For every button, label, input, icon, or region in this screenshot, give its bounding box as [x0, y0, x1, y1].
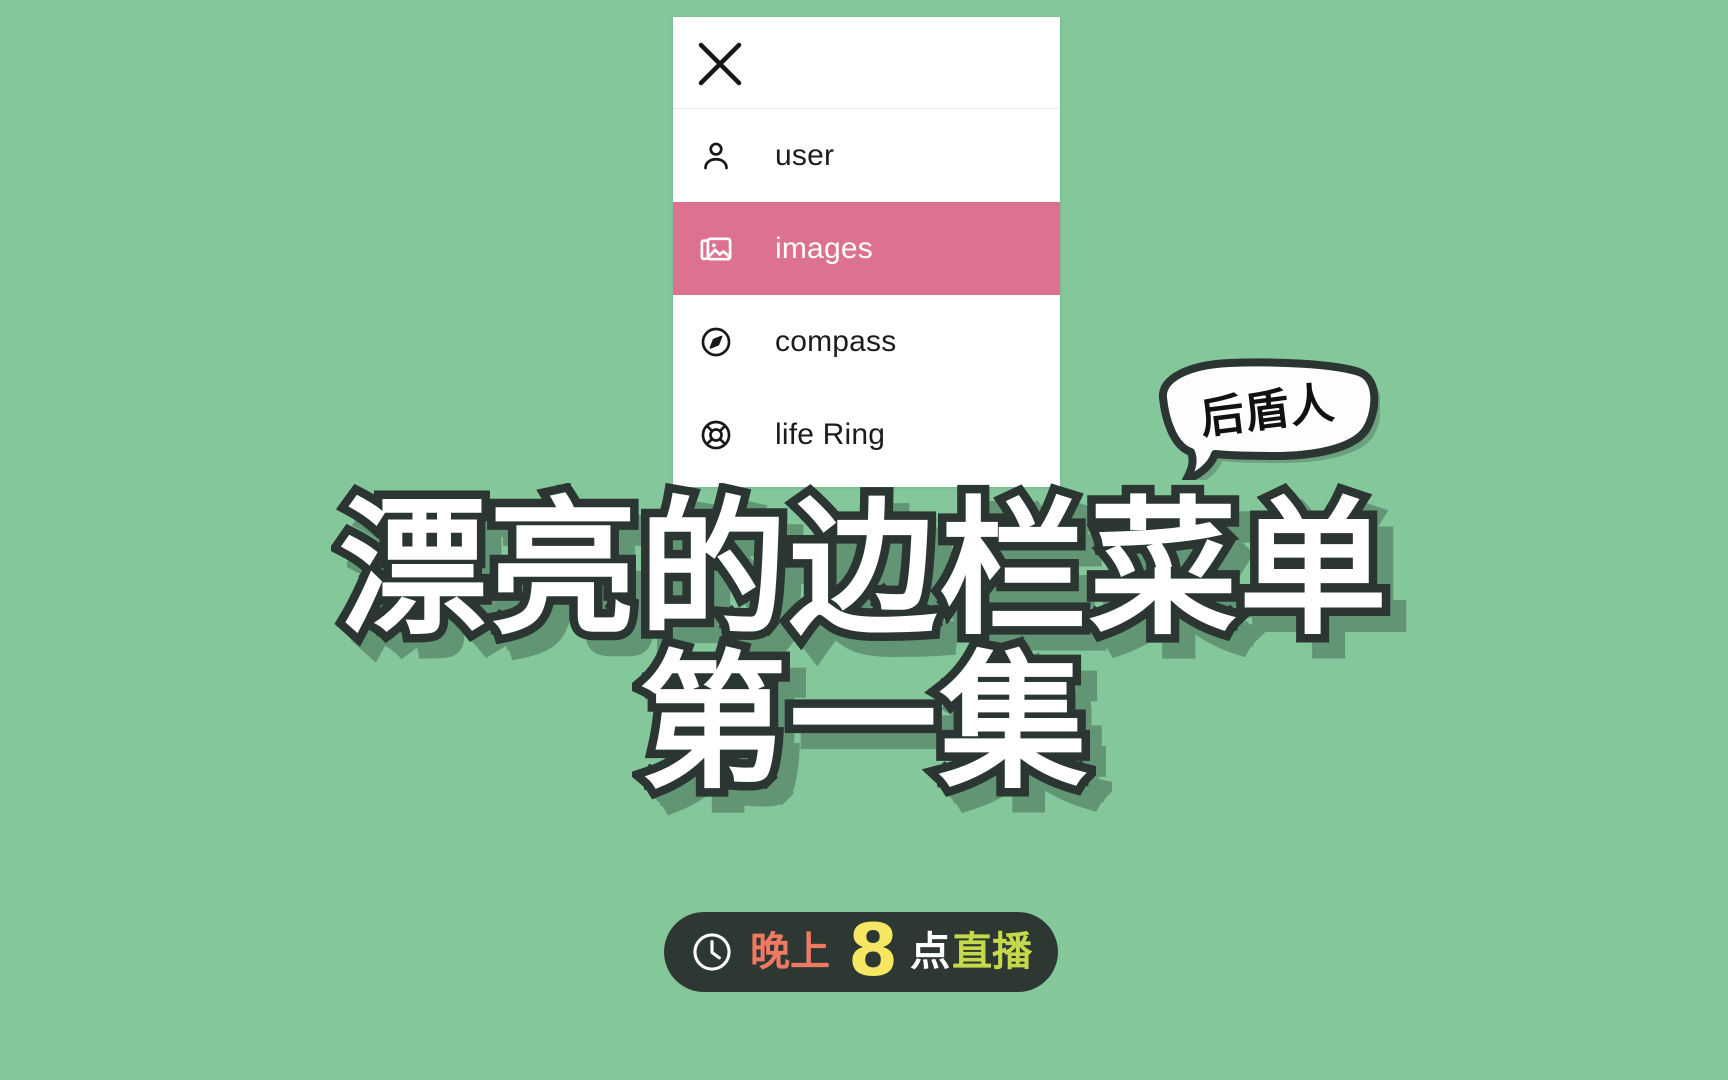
sidebar-item-label: user — [775, 138, 835, 172]
user-icon — [693, 139, 739, 173]
live-schedule-badge: 晚上 8 点 直播 — [664, 908, 1059, 992]
life-ring-icon — [693, 418, 739, 452]
badge-oclock-label: 点 — [910, 929, 951, 975]
sidebar-item-user[interactable]: user — [673, 109, 1060, 202]
menu-header — [673, 17, 1060, 109]
sidebar-item-label: compass — [775, 324, 897, 358]
badge-evening-label: 晚上 — [750, 929, 830, 975]
sidebar-item-compass[interactable]: compass — [673, 295, 1060, 388]
clock-icon — [690, 930, 734, 974]
title-line-2: 第一集 — [631, 635, 1096, 812]
sidebar-item-label: images — [775, 231, 873, 265]
images-icon — [693, 231, 739, 267]
badge-live-label: 直播 — [952, 929, 1033, 975]
close-icon[interactable] — [697, 41, 743, 87]
badge-hour-value: 8 — [848, 908, 899, 992]
title-line-1: 漂亮的边栏菜单 — [331, 481, 1396, 658]
sidebar-item-life-ring[interactable]: life Ring — [673, 388, 1060, 481]
sidebar-item-label: life Ring — [775, 417, 886, 451]
speech-bubble: 后盾人 — [1148, 355, 1380, 480]
sidebar-menu-panel: user images compass life Ring — [673, 17, 1060, 487]
page-title: 漂亮的边栏菜单 第一集 — [0, 481, 1728, 812]
sidebar-item-images[interactable]: images — [673, 202, 1060, 295]
compass-icon — [693, 325, 739, 359]
